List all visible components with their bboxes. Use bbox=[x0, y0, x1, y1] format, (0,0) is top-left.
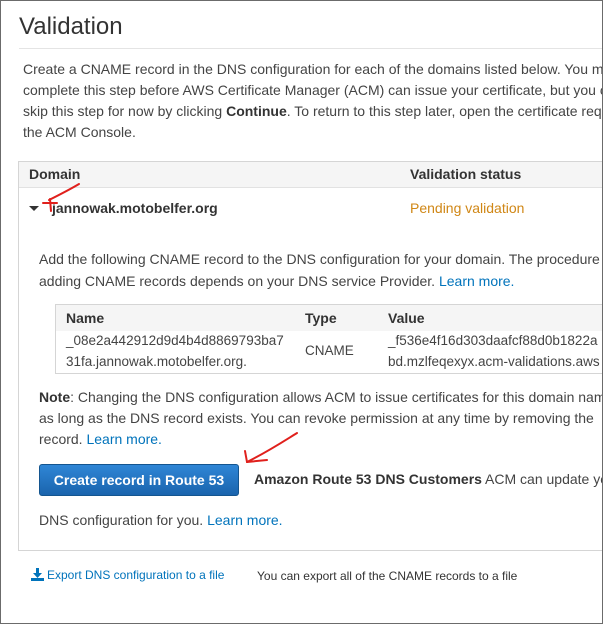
intro-line: the ACM Console. bbox=[23, 124, 136, 140]
page-title: Validation bbox=[19, 13, 123, 40]
cname-name-line: _08e2a442912d9d4b4d8869793ba7 bbox=[66, 333, 284, 348]
learn-more-link[interactable]: Learn more. bbox=[207, 512, 282, 528]
route53-text-segment: DNS configuration for you. bbox=[39, 512, 208, 528]
cname-name-line: 31fa.jannowak.motobelfer.org. bbox=[66, 354, 247, 369]
instruction-text-segment: adding CNAME records depends on your DNS… bbox=[39, 273, 439, 289]
intro-line: complete this step before AWS Certificat… bbox=[23, 82, 602, 98]
cname-value-cell: _f536e4f16d303daafcf88d0b1822a bd.mzlfeq… bbox=[388, 330, 600, 372]
column-header-type: Type bbox=[305, 310, 337, 326]
route53-description: Amazon Route 53 DNS Customers ACM can up… bbox=[254, 471, 602, 487]
domains-panel: Domain Validation status jannowak.motobe… bbox=[18, 161, 602, 551]
route53-description-line2: DNS configuration for you. Learn more. bbox=[39, 512, 283, 528]
continue-keyword: Continue bbox=[226, 103, 287, 119]
content-area: Validation Create a CNAME record in the … bbox=[1, 1, 602, 623]
note-text-segment: : Changing the DNS configuration allows … bbox=[70, 389, 602, 405]
domain-name: jannowak.motobelfer.org bbox=[52, 200, 218, 216]
column-header-validation-status: Validation status bbox=[410, 166, 522, 182]
window-frame: Validation Create a CNAME record in the … bbox=[0, 0, 603, 624]
note-line: Note: Changing the DNS configuration all… bbox=[39, 387, 602, 408]
intro-text: Create a CNAME record in the DNS configu… bbox=[23, 59, 602, 143]
instruction-line: adding CNAME records depends on your DNS… bbox=[39, 270, 602, 292]
export-link-label: Export DNS configuration to a file bbox=[47, 568, 225, 582]
caret-down-icon[interactable] bbox=[29, 206, 39, 211]
cname-value-line: bd.mzlfeqexyx.acm-validations.aws bbox=[388, 354, 600, 369]
download-icon bbox=[31, 568, 44, 581]
note-line: as long as the DNS record exists. You ca… bbox=[39, 410, 594, 426]
note-text-segment: record. bbox=[39, 431, 87, 447]
intro-line: Create a CNAME record in the DNS configu… bbox=[23, 61, 602, 77]
column-header-name: Name bbox=[66, 310, 105, 326]
export-dns-configuration-link[interactable]: Export DNS configuration to a file bbox=[31, 568, 224, 582]
column-header-value: Value bbox=[388, 310, 425, 326]
intro-text-segment: skip this step for now by clicking bbox=[23, 103, 227, 119]
intro-text-segment: . To return to this step later, open the… bbox=[286, 103, 602, 119]
intro-line: skip this step for now by clicking Conti… bbox=[23, 101, 602, 122]
route53-text-segment: ACM can update yo bbox=[481, 471, 602, 487]
title-divider bbox=[19, 48, 602, 49]
domains-table-header: Domain Validation status bbox=[19, 162, 602, 188]
learn-more-link[interactable]: Learn more. bbox=[86, 431, 161, 447]
dns-note: Note: Changing the DNS configuration all… bbox=[39, 387, 602, 450]
cname-instructions: Add the following CNAME record to the DN… bbox=[39, 248, 602, 292]
export-description: You can export all of the CNAME records … bbox=[257, 569, 518, 583]
route53-customers-label: Amazon Route 53 DNS Customers bbox=[254, 471, 482, 487]
cname-type-cell: CNAME bbox=[305, 343, 354, 358]
create-record-in-route53-button[interactable]: Create record in Route 53 bbox=[39, 464, 239, 496]
instruction-line: Add the following CNAME record to the DN… bbox=[39, 251, 600, 267]
column-header-domain: Domain bbox=[29, 166, 81, 182]
validation-status: Pending validation bbox=[410, 200, 525, 216]
note-line: record. Learn more. bbox=[39, 429, 602, 450]
note-label: Note bbox=[39, 389, 71, 405]
cname-name-cell: _08e2a442912d9d4b4d8869793ba7 31fa.janno… bbox=[66, 330, 284, 372]
cname-value-line: _f536e4f16d303daafcf88d0b1822a bbox=[388, 333, 598, 348]
cname-table-header: Name Type Value bbox=[56, 305, 602, 331]
learn-more-link[interactable]: Learn more. bbox=[439, 273, 514, 289]
domain-row[interactable]: jannowak.motobelfer.org Pending validati… bbox=[19, 188, 602, 228]
cname-record-table: Name Type Value _08e2a442912d9d4b4d88697… bbox=[55, 304, 602, 374]
